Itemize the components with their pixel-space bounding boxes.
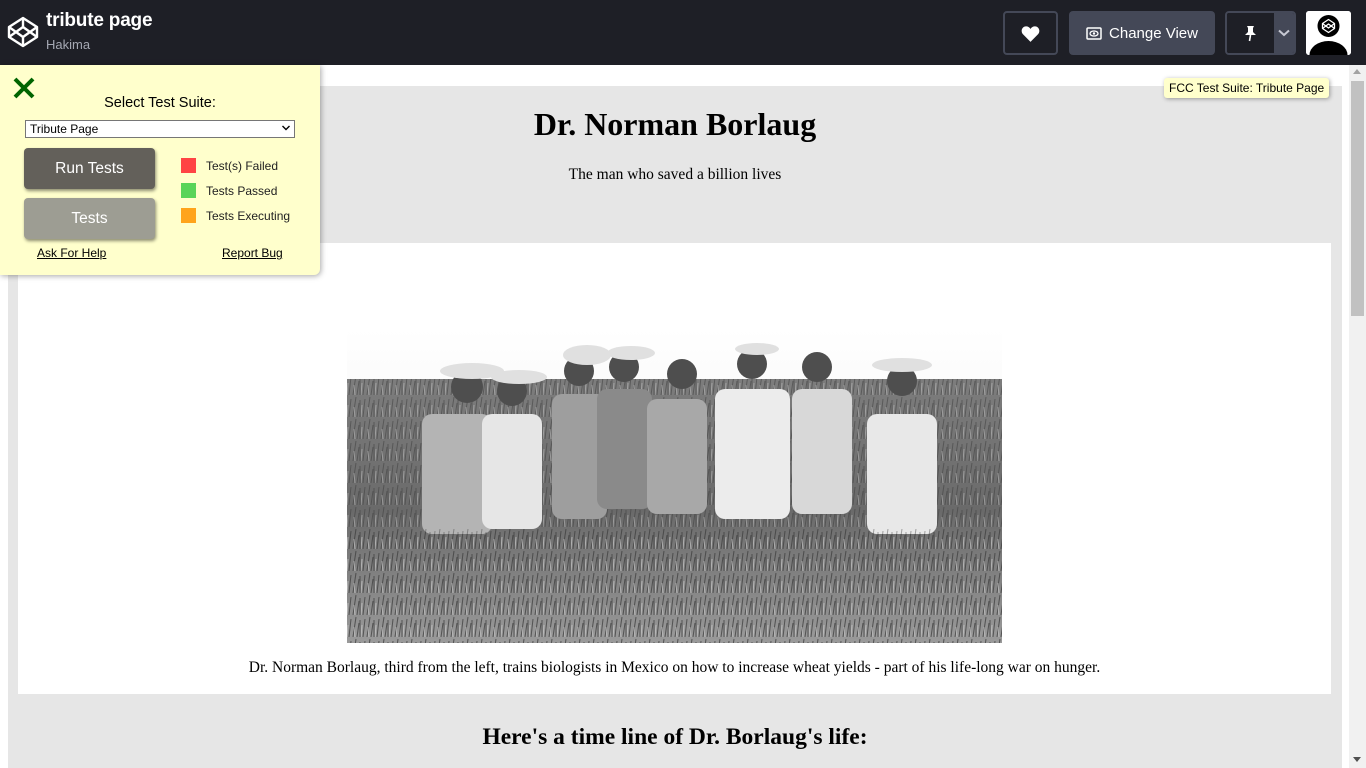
scroll-down-arrow-icon[interactable] <box>1353 757 1361 762</box>
failed-swatch <box>181 158 196 173</box>
test-suite-selected: Tribute Page <box>30 122 99 136</box>
pin-menu-toggle[interactable] <box>1273 13 1294 53</box>
ask-for-help-link[interactable]: Ask For Help <box>37 246 106 260</box>
legend-passed: Tests Passed <box>181 183 277 198</box>
passed-swatch <box>181 183 196 198</box>
report-bug-link[interactable]: Report Bug <box>222 246 283 260</box>
pin-button-group <box>1225 11 1296 55</box>
change-view-icon <box>1086 26 1102 40</box>
codepen-header: tribute page Hakima Change View <box>0 0 1366 65</box>
tests-button[interactable]: Tests <box>24 198 155 239</box>
vertical-scrollbar[interactable] <box>1349 65 1366 768</box>
scrollbar-thumb[interactable] <box>1351 81 1364 316</box>
pin-button[interactable] <box>1227 13 1274 53</box>
change-view-button[interactable]: Change View <box>1069 11 1215 55</box>
fcc-test-suite-tooltip: FCC Test Suite: Tribute Page <box>1164 78 1330 98</box>
legend-executing: Tests Executing <box>181 208 290 223</box>
heart-icon <box>1021 25 1040 42</box>
tribute-image <box>347 329 1002 643</box>
change-view-label: Change View <box>1109 24 1198 42</box>
pen-author[interactable]: Hakima <box>46 37 90 52</box>
test-suite-select[interactable]: Tribute Page <box>25 120 295 138</box>
legend-passed-label: Tests Passed <box>206 183 278 198</box>
test-suite-label: Select Test Suite: <box>104 95 216 111</box>
pin-icon <box>1244 25 1256 41</box>
timeline-heading: Here's a time line of Dr. Borlaug's life… <box>482 724 868 750</box>
pen-title[interactable]: tribute page <box>46 10 153 32</box>
legend-failed-label: Test(s) Failed <box>206 158 279 173</box>
legend-failed: Test(s) Failed <box>181 158 278 173</box>
scroll-up-arrow-icon[interactable] <box>1353 69 1361 74</box>
img-div: Dr. Norman Borlaug, third from the left,… <box>18 243 1331 694</box>
chevron-down-icon <box>1278 29 1290 37</box>
fcc-test-panel: Select Test Suite: Tribute Page Run Test… <box>0 65 320 275</box>
executing-swatch <box>181 208 196 223</box>
img-caption: Dr. Norman Borlaug, third from the left,… <box>248 659 1101 676</box>
heart-button[interactable] <box>1003 11 1058 55</box>
chevron-down-icon <box>282 125 290 131</box>
codepen-logo-icon[interactable] <box>7 16 39 48</box>
avatar[interactable] <box>1306 11 1351 55</box>
run-tests-button[interactable]: Run Tests <box>24 148 155 189</box>
legend-executing-label: Tests Executing <box>206 208 291 223</box>
